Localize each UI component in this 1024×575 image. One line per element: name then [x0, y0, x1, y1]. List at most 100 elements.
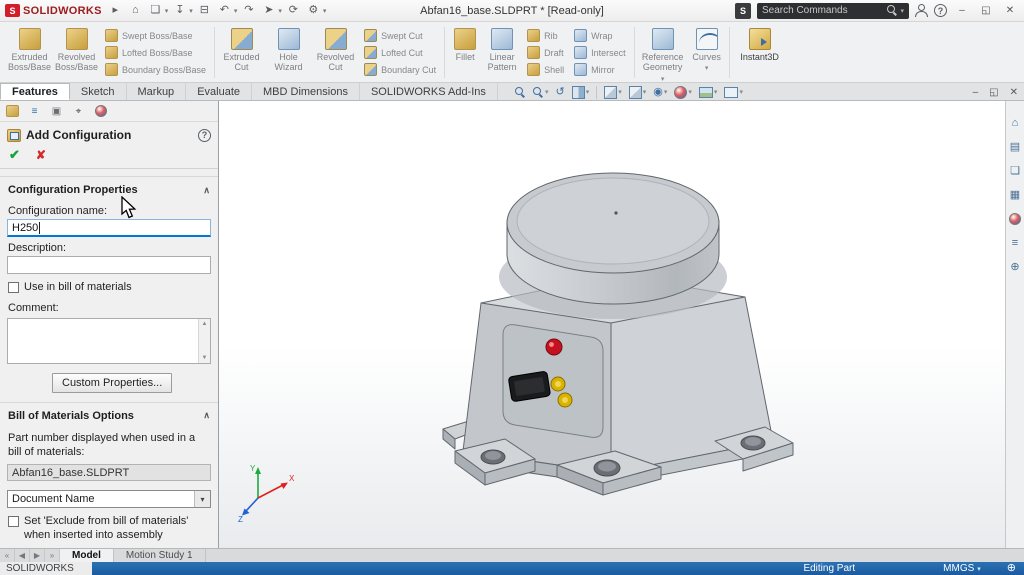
design-library-icon[interactable]: ▤: [1008, 139, 1023, 154]
close-window-icon[interactable]: ✕: [1001, 2, 1019, 20]
tab-sketch[interactable]: Sketch: [70, 83, 127, 100]
units-dropdown-icon[interactable]: ▾: [977, 565, 981, 573]
first-tab-icon[interactable]: «: [0, 549, 15, 562]
configuration-name-input[interactable]: H250: [7, 219, 211, 237]
dimxpert-manager-tab[interactable]: ⌖: [69, 103, 88, 119]
swept-cut-button[interactable]: Swept Cut: [364, 29, 436, 42]
revolved-boss-base-button[interactable]: RevolvedBoss/Base: [53, 24, 100, 81]
apply-scene-icon[interactable]: ▾: [699, 87, 718, 98]
home-icon[interactable]: ⌂: [127, 2, 144, 19]
linear-pattern-button[interactable]: LinearPattern: [482, 24, 522, 81]
bom-source-dropdown[interactable]: Document Name ▾: [7, 490, 211, 508]
curves-dropdown-icon[interactable]: ▾: [705, 65, 709, 72]
ok-button[interactable]: ✔: [9, 147, 20, 163]
restore-window-icon[interactable]: ◱: [977, 2, 995, 20]
hole-wizard-button[interactable]: HoleWizard: [265, 24, 312, 81]
view-settings-dropdown-icon[interactable]: ▾: [739, 88, 743, 96]
tab-features[interactable]: Features: [0, 83, 70, 100]
custom-properties-button[interactable]: Custom Properties...: [52, 373, 172, 393]
shell-button[interactable]: Shell: [527, 63, 564, 76]
collapse-section-icon[interactable]: ∧: [203, 410, 210, 421]
exclude-bom-checkbox[interactable]: [8, 516, 19, 527]
save-dropdown-icon[interactable]: ▾: [189, 7, 193, 15]
scene-dropdown-icon[interactable]: ▾: [714, 88, 718, 96]
feature-manager-tab[interactable]: [3, 103, 22, 119]
edit-appearance-icon[interactable]: ▾: [674, 86, 692, 99]
use-in-bom-checkbox-row[interactable]: Use in bill of materials: [0, 274, 218, 297]
file-explorer-icon[interactable]: ❏: [1008, 163, 1023, 178]
undo-dropdown-icon[interactable]: ▾: [234, 7, 238, 15]
boundary-cut-button[interactable]: Boundary Cut: [364, 63, 436, 76]
display-manager-tab[interactable]: [91, 103, 110, 119]
last-tab-icon[interactable]: »: [45, 549, 60, 562]
globe-icon[interactable]: ⊕: [1007, 563, 1016, 574]
logo-expand-icon[interactable]: ▸: [107, 2, 124, 19]
scroll-down-icon[interactable]: ▼: [202, 353, 208, 363]
fillet-button[interactable]: Fillet: [448, 24, 482, 81]
view-settings-icon[interactable]: ▾: [724, 87, 743, 98]
intersect-button[interactable]: Intersect: [574, 46, 626, 59]
mirror-button[interactable]: Mirror: [574, 63, 626, 76]
description-input[interactable]: [7, 256, 211, 274]
zoom-to-area-icon[interactable]: ▾: [533, 87, 549, 98]
minimize-window-icon[interactable]: –: [953, 2, 971, 20]
panel-help-icon[interactable]: ?: [198, 129, 211, 142]
zoom-dropdown-icon[interactable]: ▾: [545, 88, 549, 96]
tab-evaluate[interactable]: Evaluate: [186, 83, 252, 100]
solidworks-resources-icon[interactable]: ⌂: [1008, 115, 1023, 130]
section-dropdown-icon[interactable]: ▾: [586, 88, 590, 96]
reference-geometry-dropdown-icon[interactable]: ▾: [661, 76, 665, 83]
hide-show-dropdown-icon[interactable]: ▾: [664, 88, 668, 96]
use-in-bom-checkbox[interactable]: [8, 282, 19, 293]
appearances-scenes-icon[interactable]: [1008, 211, 1023, 226]
display-style-icon[interactable]: ▾: [629, 86, 647, 99]
tab-mbd-dimensions[interactable]: MBD Dimensions: [252, 83, 360, 100]
solidworks-forum-icon[interactable]: ⊕: [1008, 259, 1023, 274]
part-model[interactable]: [369, 151, 839, 521]
search-icon[interactable]: [887, 5, 898, 16]
doc-close-icon[interactable]: ✕: [1010, 87, 1018, 98]
open-dropdown-icon[interactable]: ▾: [165, 7, 169, 15]
user-account-icon[interactable]: [915, 4, 928, 17]
select-dropdown-icon[interactable]: ▾: [278, 7, 282, 15]
boundary-boss-base-button[interactable]: Boundary Boss/Base: [105, 63, 206, 76]
zoom-to-fit-icon[interactable]: [515, 87, 526, 98]
previous-view-icon[interactable]: ↺: [556, 87, 565, 98]
exclude-bom-checkbox-row[interactable]: Set 'Exclude from bill of materials' whe…: [0, 508, 218, 545]
rebuild-icon[interactable]: ⟳: [285, 2, 302, 19]
select-icon[interactable]: ➤: [260, 2, 277, 19]
section-view-icon[interactable]: ▾: [572, 86, 590, 99]
revolved-cut-button[interactable]: RevolvedCut: [312, 24, 359, 81]
options-icon[interactable]: ⚙: [305, 2, 322, 19]
options-dropdown-icon[interactable]: ▾: [323, 7, 327, 15]
instant3d-button[interactable]: Instant3D: [733, 24, 787, 81]
draft-button[interactable]: Draft: [527, 46, 564, 59]
extruded-cut-button[interactable]: ExtrudedCut: [218, 24, 265, 81]
search-dropdown-icon[interactable]: ▾: [900, 7, 904, 15]
section-configuration-properties[interactable]: Configuration Properties ∧: [0, 176, 218, 200]
save-icon[interactable]: ↧: [171, 2, 188, 19]
section-bom-options[interactable]: Bill of Materials Options ∧: [0, 402, 218, 426]
doc-restore-icon[interactable]: ◱: [989, 87, 998, 98]
print-icon[interactable]: ⊟: [196, 2, 213, 19]
reference-geometry-button[interactable]: ReferenceGeometry ▾: [638, 24, 688, 81]
redo-icon[interactable]: ↷: [240, 2, 257, 19]
view-orientation-icon[interactable]: ▾: [604, 86, 622, 99]
display-style-dropdown-icon[interactable]: ▾: [643, 88, 647, 96]
property-manager-tab[interactable]: ≡: [25, 103, 44, 119]
model-tab[interactable]: Model: [60, 549, 114, 562]
search-input[interactable]: Search Commands ▾: [757, 3, 909, 19]
help-icon[interactable]: ?: [934, 4, 947, 17]
wrap-button[interactable]: Wrap: [574, 29, 626, 42]
cancel-button[interactable]: ✘: [36, 148, 46, 162]
doc-minimize-icon[interactable]: –: [973, 87, 979, 98]
graphics-area[interactable]: Y X Z: [219, 101, 1005, 548]
search-app-icon[interactable]: S: [735, 3, 751, 19]
next-tab-icon[interactable]: ▶: [30, 549, 45, 562]
lofted-boss-base-button[interactable]: Lofted Boss/Base: [105, 46, 206, 59]
previous-tab-icon[interactable]: ◀: [15, 549, 30, 562]
dropdown-arrow-icon[interactable]: ▾: [194, 491, 210, 507]
comment-scrollbar[interactable]: ▲ ▼: [198, 319, 210, 363]
rib-button[interactable]: Rib: [527, 29, 564, 42]
custom-properties-icon[interactable]: ≡: [1008, 235, 1023, 250]
